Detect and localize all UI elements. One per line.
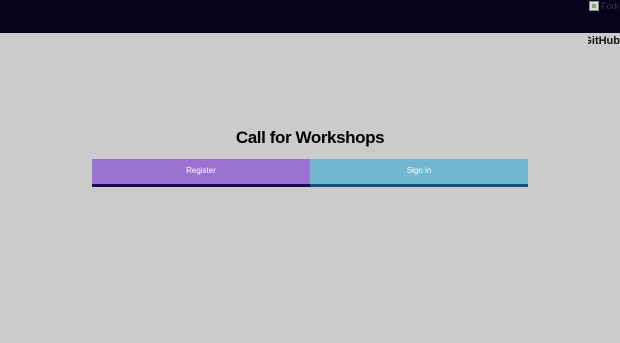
ribbon-alt-text: Fork me on — [601, 1, 620, 11]
auth-button-group: Register Sign in — [92, 159, 528, 187]
github-label[interactable]: GitHub — [588, 35, 620, 47]
broken-image-icon — [589, 1, 599, 11]
page-title: Call for Workshops — [235, 128, 385, 147]
sign-in-button[interactable]: Sign in — [310, 159, 528, 187]
top-navigation-bar — [0, 0, 620, 33]
github-ribbon-link[interactable]: Fork me on GitHub — [588, 0, 620, 48]
register-button[interactable]: Register — [92, 159, 310, 187]
